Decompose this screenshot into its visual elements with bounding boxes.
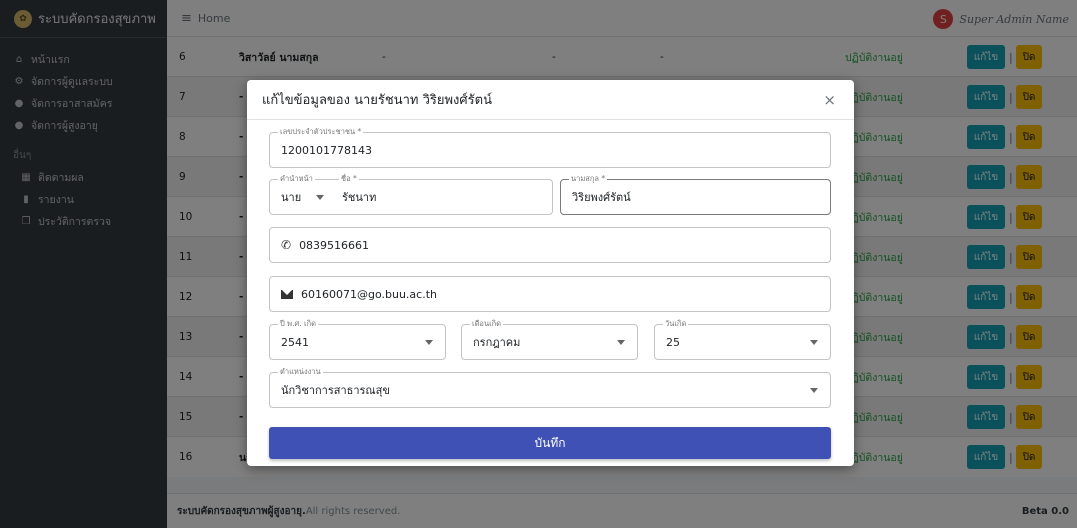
edit-user-modal: แก้ไขข้อมูลของ นายรัชนาท วิริยพงศ์รัตน์ …: [247, 80, 854, 466]
position-value: นักวิชาการสาธารณสุข: [281, 384, 390, 397]
modal-title: แก้ไขข้อมูลของ นายรัชนาท วิริยพงศ์รัตน์: [262, 93, 492, 108]
chevron-down-icon: [316, 195, 324, 200]
birth-month-select[interactable]: เดือนเกิด กรกฎาคม: [461, 319, 638, 360]
prefix-label: คำนำหน้า: [278, 174, 315, 184]
birth-year-label: ปี พ.ศ. เกิด: [278, 319, 318, 329]
birth-year-value: 2541: [281, 335, 309, 349]
birth-day-value: 25: [666, 335, 680, 349]
chevron-down-icon: [810, 340, 818, 345]
birth-month-value: กรกฎาคม: [473, 336, 521, 349]
lastname-field[interactable]: นามสกุล * วิริยพงศ์รัตน์: [560, 174, 831, 215]
phone-icon: ✆: [281, 238, 292, 252]
chevron-down-icon: [810, 388, 818, 393]
birth-month-label: เดือนเกิด: [470, 319, 504, 329]
chevron-down-icon: [617, 340, 625, 345]
email-value: 60160071@go.buu.ac.th: [301, 287, 437, 301]
prefix-select[interactable]: คำนำหน้า นาย: [269, 174, 337, 215]
envelope-icon: [281, 289, 293, 299]
firstname-value: รัชนาท: [342, 191, 377, 204]
lastname-label: นามสกุล *: [569, 174, 608, 184]
firstname-label: ชื่อ *: [339, 174, 359, 184]
chevron-down-icon: [425, 340, 433, 345]
phone-field[interactable]: ✆ 0839516661: [269, 227, 831, 263]
position-select[interactable]: ตำแหน่งงาน นักวิชาการสาธารณสุข: [269, 367, 831, 408]
birth-day-label: วันเกิด: [663, 319, 689, 329]
modal-header: แก้ไขข้อมูลของ นายรัชนาท วิริยพงศ์รัตน์ …: [247, 80, 854, 120]
firstname-field[interactable]: ชื่อ * รัชนาท: [331, 174, 553, 215]
lastname-value: วิริยพงศ์รัตน์: [572, 191, 631, 204]
id-card-value: 1200101778143: [281, 143, 372, 157]
position-label: ตำแหน่งงาน: [278, 367, 323, 377]
email-field[interactable]: 60160071@go.buu.ac.th: [269, 276, 831, 312]
phone-value: 0839516661: [299, 238, 370, 252]
close-icon[interactable]: ×: [823, 91, 836, 109]
save-button[interactable]: บันทึก: [269, 427, 831, 459]
birth-year-select[interactable]: ปี พ.ศ. เกิด 2541: [269, 319, 446, 360]
id-card-field[interactable]: เลขประจำตัวประชาชน * 1200101778143: [269, 127, 831, 168]
birth-day-select[interactable]: วันเกิด 25: [654, 319, 831, 360]
id-card-label: เลขประจำตัวประชาชน *: [278, 127, 364, 137]
prefix-value: นาย: [281, 191, 302, 204]
